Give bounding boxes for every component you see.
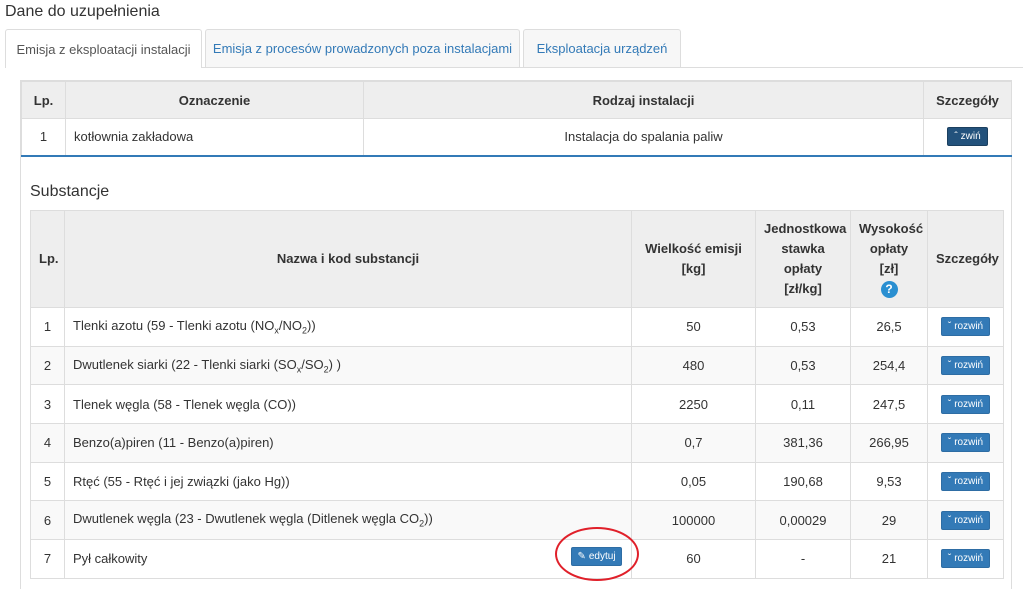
substance-emission: 0,7: [631, 423, 756, 463]
col-stawka-oplaty: Jednostkowa stawka opłaty [zł/kg]: [755, 210, 851, 308]
table-row: 4 Benzo(a)piren (11 - Benzo(a)piren) 0,7…: [30, 423, 1004, 463]
installation-type: Instalacja do spalania paliw: [363, 118, 924, 157]
expand-button[interactable]: ˇ rozwiń: [940, 394, 991, 414]
installation-details-cell: ˆ zwiń: [923, 118, 1012, 157]
expand-button[interactable]: ˇ rozwiń: [940, 549, 991, 569]
substance-fee: 254,4: [850, 345, 928, 386]
installation-name: kotłownia zakładowa: [65, 118, 364, 157]
help-icon[interactable]: ?: [880, 280, 898, 298]
substance-rate: -: [755, 539, 851, 579]
expand-button[interactable]: ˇ rozwiń: [940, 510, 991, 530]
substance-rate: 0,11: [755, 384, 851, 425]
expand-button[interactable]: ˇ rozwiń: [940, 472, 991, 492]
substance-fee: 266,95: [850, 423, 928, 463]
substance-fee: 21: [850, 539, 928, 579]
substance-name: Benzo(a)piren (11 - Benzo(a)piren): [64, 423, 632, 463]
expand-button[interactable]: ˇ rozwiń: [940, 433, 991, 453]
tab-emisja-z-procesow[interactable]: Emisja z procesów prowadzonych poza inst…: [205, 29, 520, 67]
substance-details-cell: ˇ rozwiń: [927, 307, 1004, 347]
substance-lp: 6: [30, 500, 65, 541]
substance-emission: 50: [631, 307, 756, 347]
substances-table: Lp. Nazwa i kod substancji Wielkość emis…: [30, 210, 1004, 579]
substance-emission: 100000: [631, 500, 756, 541]
col-oznaczenie: Oznaczenie: [65, 81, 364, 119]
substance-name: Rtęć (55 - Rtęć i jej związki (jako Hg)): [64, 461, 632, 502]
col-lp: Lp.: [21, 81, 66, 119]
pencil-icon: ✎: [577, 551, 586, 562]
table-row: 2 Dwutlenek siarki (22 - Tlenki siarki (…: [30, 345, 1004, 386]
substance-details-cell: ˇ rozwiń: [927, 384, 1004, 425]
tab-panel: Lp. Oznaczenie Rodzaj instalacji Szczegó…: [20, 80, 1012, 589]
substance-details-cell: ˇ rozwiń: [927, 345, 1004, 386]
chevron-down-icon: ˇ: [947, 437, 952, 449]
substance-rate: 0,53: [755, 345, 851, 386]
substance-emission: 480: [631, 345, 756, 386]
substance-lp: 4: [30, 423, 65, 463]
chevron-down-icon: ˇ: [947, 514, 952, 526]
substance-details-cell: ˇ rozwiń: [927, 539, 1004, 579]
substance-name: Dwutlenek siarki (22 - Tlenki siarki (SO…: [64, 345, 632, 386]
col-wysokosc-oplaty: Wysokość opłaty [zł] ?: [850, 210, 928, 308]
expand-button[interactable]: ˇ rozwiń: [940, 356, 991, 376]
collapse-button[interactable]: ˆ zwiń: [947, 127, 988, 147]
table-row: 3 Tlenek węgla (58 - Tlenek węgla (CO)) …: [30, 384, 1004, 425]
chevron-down-icon: ˇ: [947, 321, 952, 333]
col-nazwa-i-kod: Nazwa i kod substancji: [64, 210, 632, 308]
col-szczegoly: Szczegóły: [927, 210, 1004, 308]
expand-button[interactable]: ˇ rozwiń: [940, 317, 991, 337]
table-row: 5 Rtęć (55 - Rtęć i jej związki (jako Hg…: [30, 461, 1004, 502]
substance-fee: 247,5: [850, 384, 928, 425]
col-rodzaj-instalacji: Rodzaj instalacji: [363, 81, 924, 119]
substance-name: Tlenki azotu (59 - Tlenki azotu (NOx/NO2…: [64, 307, 632, 347]
col-szczegoly: Szczegóły: [923, 81, 1012, 119]
substance-details-cell: ˇ rozwiń: [927, 500, 1004, 541]
substance-rate: 381,36: [755, 423, 851, 463]
substance-details-cell: ˇ rozwiń: [927, 461, 1004, 502]
substance-fee: 26,5: [850, 307, 928, 347]
substance-lp: 3: [30, 384, 65, 425]
substance-emission: 60: [631, 539, 756, 579]
table-row: 1 Tlenki azotu (59 - Tlenki azotu (NOx/N…: [30, 307, 1004, 347]
installations-header-row: Lp. Oznaczenie Rodzaj instalacji Szczegó…: [21, 81, 1012, 119]
substance-lp: 7: [30, 539, 65, 579]
page-title: Dane do uzupełnienia: [5, 3, 160, 20]
section-title-substancje: Substancje: [30, 183, 110, 200]
installation-lp: 1: [21, 118, 66, 157]
col-wielkosc-emisji: Wielkość emisji [kg]: [631, 210, 756, 308]
tab-eksploatacja-urzadzen[interactable]: Eksploatacja urządzeń: [523, 29, 681, 67]
substance-fee: 9,53: [850, 461, 928, 502]
chevron-down-icon: ˇ: [947, 553, 952, 565]
substance-name: Pył całkowity: [64, 539, 632, 579]
substance-emission: 0,05: [631, 461, 756, 502]
substance-name: Tlenek węgla (58 - Tlenek węgla (CO)): [64, 384, 632, 425]
substance-rate: 190,68: [755, 461, 851, 502]
substance-rate: 0,00029: [755, 500, 851, 541]
col-lp: Lp.: [30, 210, 65, 308]
substance-lp: 5: [30, 461, 65, 502]
edit-button[interactable]: ✎ edytuj: [571, 547, 622, 566]
chevron-up-icon: ˆ: [954, 131, 958, 143]
table-row: 7 Pył całkowity 60 - 21 ˇ rozwiń: [30, 539, 1004, 579]
chevron-down-icon: ˇ: [947, 360, 952, 372]
substance-lp: 1: [30, 307, 65, 347]
table-row: 1 kotłownia zakładowa Instalacja do spal…: [21, 118, 1012, 157]
table-row: 6 Dwutlenek węgla (23 - Dwutlenek węgla …: [30, 500, 1004, 541]
tab-bar: Emisja z eksploatacji instalacji Emisja …: [5, 29, 1023, 68]
substance-emission: 2250: [631, 384, 756, 425]
chevron-down-icon: ˇ: [947, 476, 952, 488]
substance-rate: 0,53: [755, 307, 851, 347]
substance-details-cell: ˇ rozwiń: [927, 423, 1004, 463]
substance-fee: 29: [850, 500, 928, 541]
installations-table: Lp. Oznaczenie Rodzaj instalacji Szczegó…: [21, 81, 1012, 157]
substances-header-row: Lp. Nazwa i kod substancji Wielkość emis…: [30, 210, 1004, 308]
substance-lp: 2: [30, 345, 65, 386]
chevron-down-icon: ˇ: [947, 398, 952, 410]
substance-name: Dwutlenek węgla (23 - Dwutlenek węgla (D…: [64, 500, 632, 541]
tab-emisja-z-eksploatacji[interactable]: Emisja z eksploatacji instalacji: [5, 29, 202, 68]
